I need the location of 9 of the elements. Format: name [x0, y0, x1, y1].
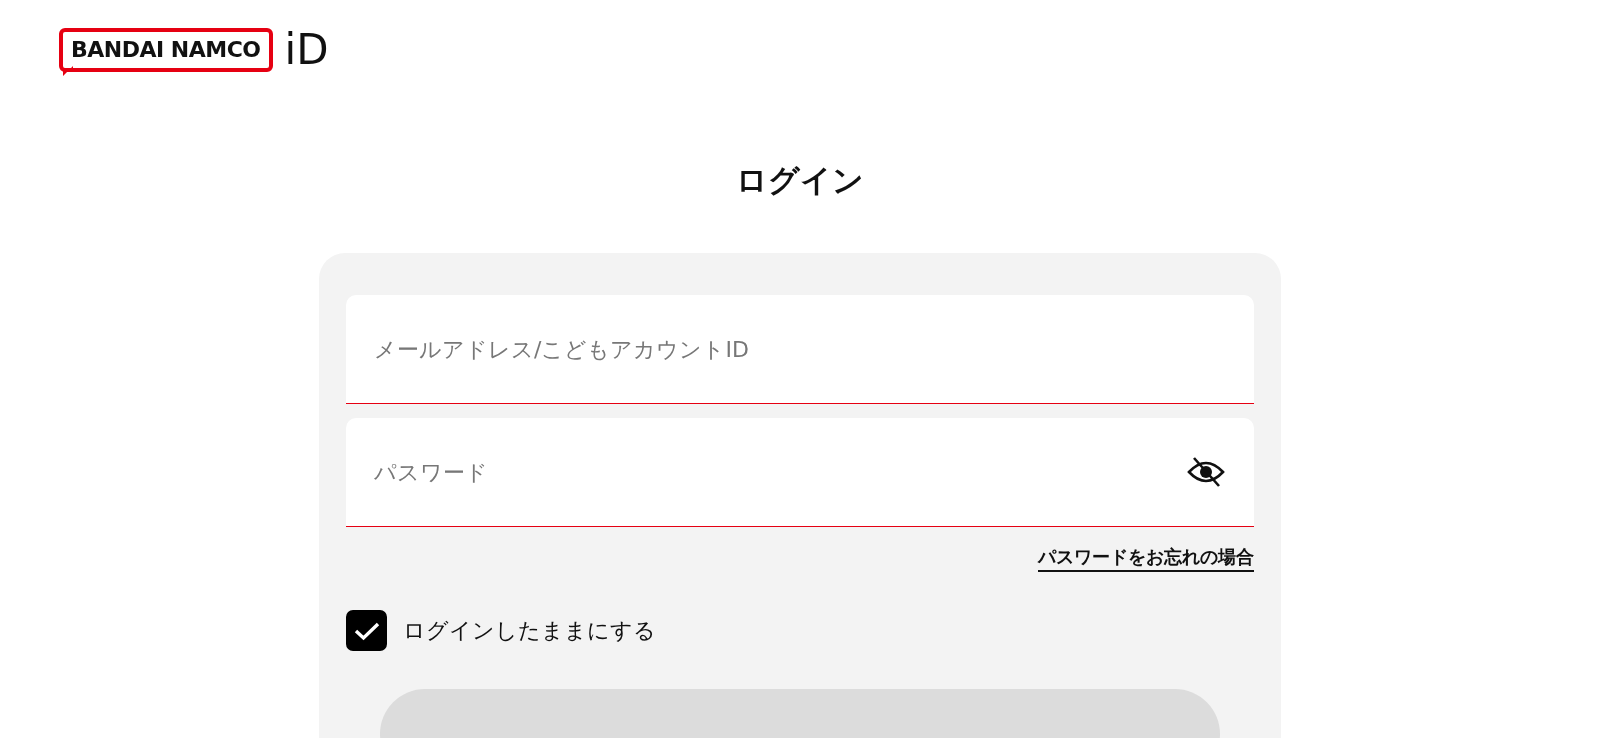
logo-suffix: iD — [284, 30, 329, 70]
checkmark-icon — [353, 620, 380, 641]
password-field[interactable]: パスワード — [346, 418, 1254, 528]
forgot-password-link[interactable]: パスワードをお忘れの場合 — [1038, 543, 1254, 573]
eye-slash-icon[interactable] — [1186, 456, 1226, 489]
email-field[interactable]: メールアドレス/こどもアカウントID — [346, 295, 1254, 405]
remember-label[interactable]: ログインしたままにする — [403, 614, 656, 648]
remember-checkbox[interactable] — [346, 610, 387, 652]
page-title: ログイン — [735, 162, 865, 200]
